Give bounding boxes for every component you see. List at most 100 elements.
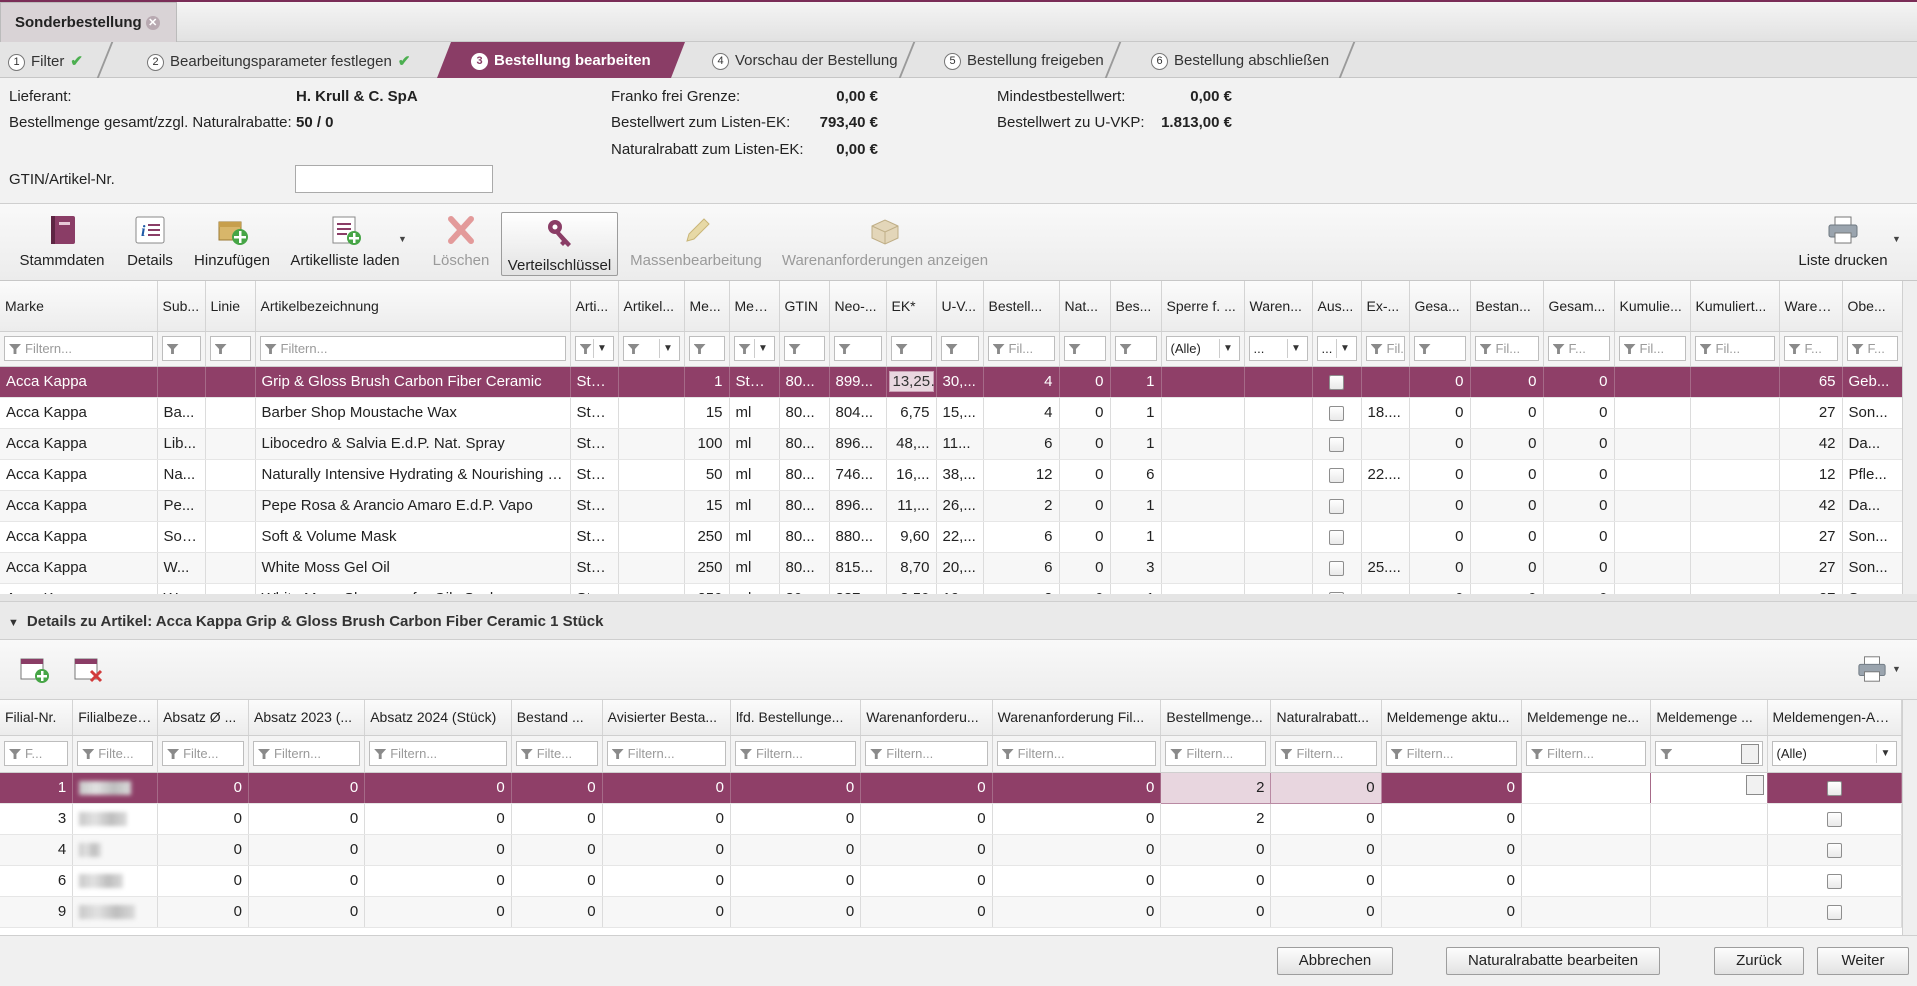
table-row[interactable]: 100000000200 — [0, 771, 1902, 804]
table-cell[interactable] — [618, 521, 685, 553]
table-cell[interactable]: 15,... — [936, 397, 984, 429]
table-cell[interactable] — [1244, 459, 1313, 491]
table-cell[interactable]: White Moss Shampoo for Oily Scalp — [255, 583, 571, 594]
table-cell[interactable]: 0 — [157, 834, 250, 866]
table-cell[interactable]: 0 — [602, 896, 731, 928]
table-cell[interactable] — [1690, 366, 1780, 398]
table-cell[interactable]: 0 — [602, 865, 731, 897]
table-cell[interactable]: Soft & Volume Mask — [255, 521, 571, 553]
filter-input[interactable]: Filtern... — [1275, 741, 1377, 766]
table-cell[interactable]: 0 — [1543, 583, 1615, 594]
table-cell[interactable]: 0 — [602, 772, 731, 804]
table-cell[interactable]: 0 — [157, 803, 250, 835]
table-cell[interactable]: 0 — [992, 803, 1162, 835]
table-cell[interactable] — [1361, 521, 1410, 553]
table-cell[interactable] — [1521, 834, 1652, 866]
table-row[interactable]: Acca KappaW... White Moss Shampoo for Oil… — [0, 583, 1902, 594]
table-cell[interactable]: 0 — [1470, 521, 1544, 553]
table-cell[interactable]: 0 — [1409, 521, 1471, 553]
table-cell[interactable]: 0 — [364, 772, 512, 804]
liste-drucken-button[interactable]: Liste drucken — [1798, 204, 1888, 279]
table-cell[interactable]: 0 — [157, 772, 250, 804]
table-cell[interactable] — [72, 772, 159, 804]
table-cell[interactable]: 0 — [1470, 490, 1544, 522]
table-cell[interactable]: 1 — [1110, 366, 1162, 398]
table-cell[interactable]: 42 — [1779, 428, 1843, 460]
table-cell[interactable] — [1244, 366, 1313, 398]
table-cell[interactable]: 9,60 — [886, 521, 937, 553]
checkbox[interactable] — [1329, 498, 1344, 514]
table-cell[interactable]: 0 — [1409, 583, 1471, 594]
table-cell[interactable]: 0 — [992, 865, 1162, 897]
table-cell[interactable] — [205, 490, 256, 522]
column-header[interactable]: Absatz 2023 (... — [248, 700, 366, 736]
filter-input[interactable]: ▼ — [733, 336, 775, 361]
table-cell[interactable]: 8,50 — [886, 583, 937, 594]
table-cell[interactable]: 19,... — [936, 583, 984, 594]
table-cell[interactable]: 27 — [1779, 583, 1843, 594]
checkbox[interactable] — [1826, 780, 1842, 796]
checkbox[interactable] — [1329, 374, 1344, 390]
column-header[interactable]: Meldemenge ... — [1650, 700, 1768, 736]
table-cell[interactable] — [1361, 583, 1410, 594]
filter-input[interactable]: Filtern... — [865, 741, 988, 766]
table-cell[interactable] — [618, 397, 685, 429]
table-row[interactable]: 600000000000 — [0, 865, 1902, 897]
wizard-step-vorschau[interactable]: 4 Vorschau der Bestellung — [712, 42, 898, 78]
column-header[interactable]: Aus... — [1312, 281, 1362, 332]
wizard-step-abschliessen[interactable]: 6 Bestellung abschließen — [1151, 42, 1329, 78]
checkbox[interactable] — [1826, 873, 1842, 889]
wizard-step-freigeben[interactable]: 5 Bestellung freigeben — [944, 42, 1104, 78]
table-cell[interactable]: 0 — [1059, 366, 1111, 398]
table-cell[interactable]: 0 — [248, 896, 366, 928]
table-cell[interactable]: 0 — [1470, 552, 1544, 584]
table-cell[interactable]: 0 — [1270, 803, 1382, 835]
table-cell[interactable]: 0 — [1059, 490, 1111, 522]
table-cell[interactable]: Pfle... — [1842, 459, 1902, 491]
table-cell[interactable]: 1 — [1110, 428, 1162, 460]
table-cell[interactable]: 0 — [730, 865, 862, 897]
table-cell[interactable]: 42 — [1779, 490, 1843, 522]
table-cell[interactable] — [205, 552, 256, 584]
table-cell[interactable]: 80... — [779, 521, 830, 553]
table-cell[interactable]: 12 — [1779, 459, 1843, 491]
table-cell[interactable]: 1 — [1110, 490, 1162, 522]
table-cell[interactable]: 0 — [1470, 397, 1544, 429]
table-cell[interactable]: 0 — [1409, 366, 1471, 398]
table-cell[interactable] — [72, 896, 159, 928]
table-cell[interactable]: White Moss Gel Oil — [255, 552, 571, 584]
column-header[interactable]: Absatz Ø ... — [157, 700, 250, 736]
table-cell[interactable]: Son... — [1842, 583, 1902, 594]
filter-input[interactable]: Filtern... — [369, 741, 507, 766]
filter-input[interactable]: Filte... — [515, 741, 598, 766]
filter-select[interactable]: ... ▼ — [1248, 336, 1308, 361]
table-cell[interactable] — [1614, 459, 1691, 491]
column-header[interactable]: Warenanforderu... — [860, 700, 993, 736]
gtin-input[interactable] — [295, 165, 493, 193]
table-cell[interactable]: 0 — [730, 834, 862, 866]
artikelliste-laden-button[interactable]: Artikelliste laden — [290, 204, 400, 279]
table-cell[interactable] — [1767, 803, 1902, 835]
filter-input[interactable] — [833, 336, 882, 361]
table-cell[interactable]: Acca Kappa — [0, 583, 158, 594]
table-cell[interactable] — [1161, 552, 1245, 584]
table-cell[interactable]: 100 — [684, 428, 730, 460]
filter-input[interactable] — [209, 336, 251, 361]
table-row[interactable]: Acca Kappa Na... Naturally Intensive Hydra… — [0, 459, 1902, 491]
table-cell[interactable]: ml — [729, 583, 780, 594]
table-cell[interactable]: 0 — [1543, 521, 1615, 553]
filter-input[interactable]: Fil... — [987, 336, 1055, 361]
column-header[interactable]: Arti... — [570, 281, 619, 332]
table-cell[interactable] — [1521, 865, 1652, 897]
checkbox[interactable] — [1329, 436, 1344, 452]
column-header[interactable]: Bes... — [1110, 281, 1162, 332]
table-cell[interactable]: Libocedro & Salvia E.d.P. Nat. Spray — [255, 428, 571, 460]
naturalrabatte-button[interactable]: Naturalrabatte bearbeiten — [1446, 947, 1660, 975]
table-cell[interactable]: 0 — [1381, 803, 1523, 835]
column-header[interactable]: Sub... — [157, 281, 206, 332]
table-cell[interactable] — [1521, 772, 1652, 804]
table-cell[interactable]: 20,... — [936, 552, 984, 584]
table-cell[interactable] — [1361, 366, 1410, 398]
chevron-down-icon[interactable]: ▼ — [1286, 339, 1305, 358]
table-cell[interactable]: 0 — [511, 772, 603, 804]
